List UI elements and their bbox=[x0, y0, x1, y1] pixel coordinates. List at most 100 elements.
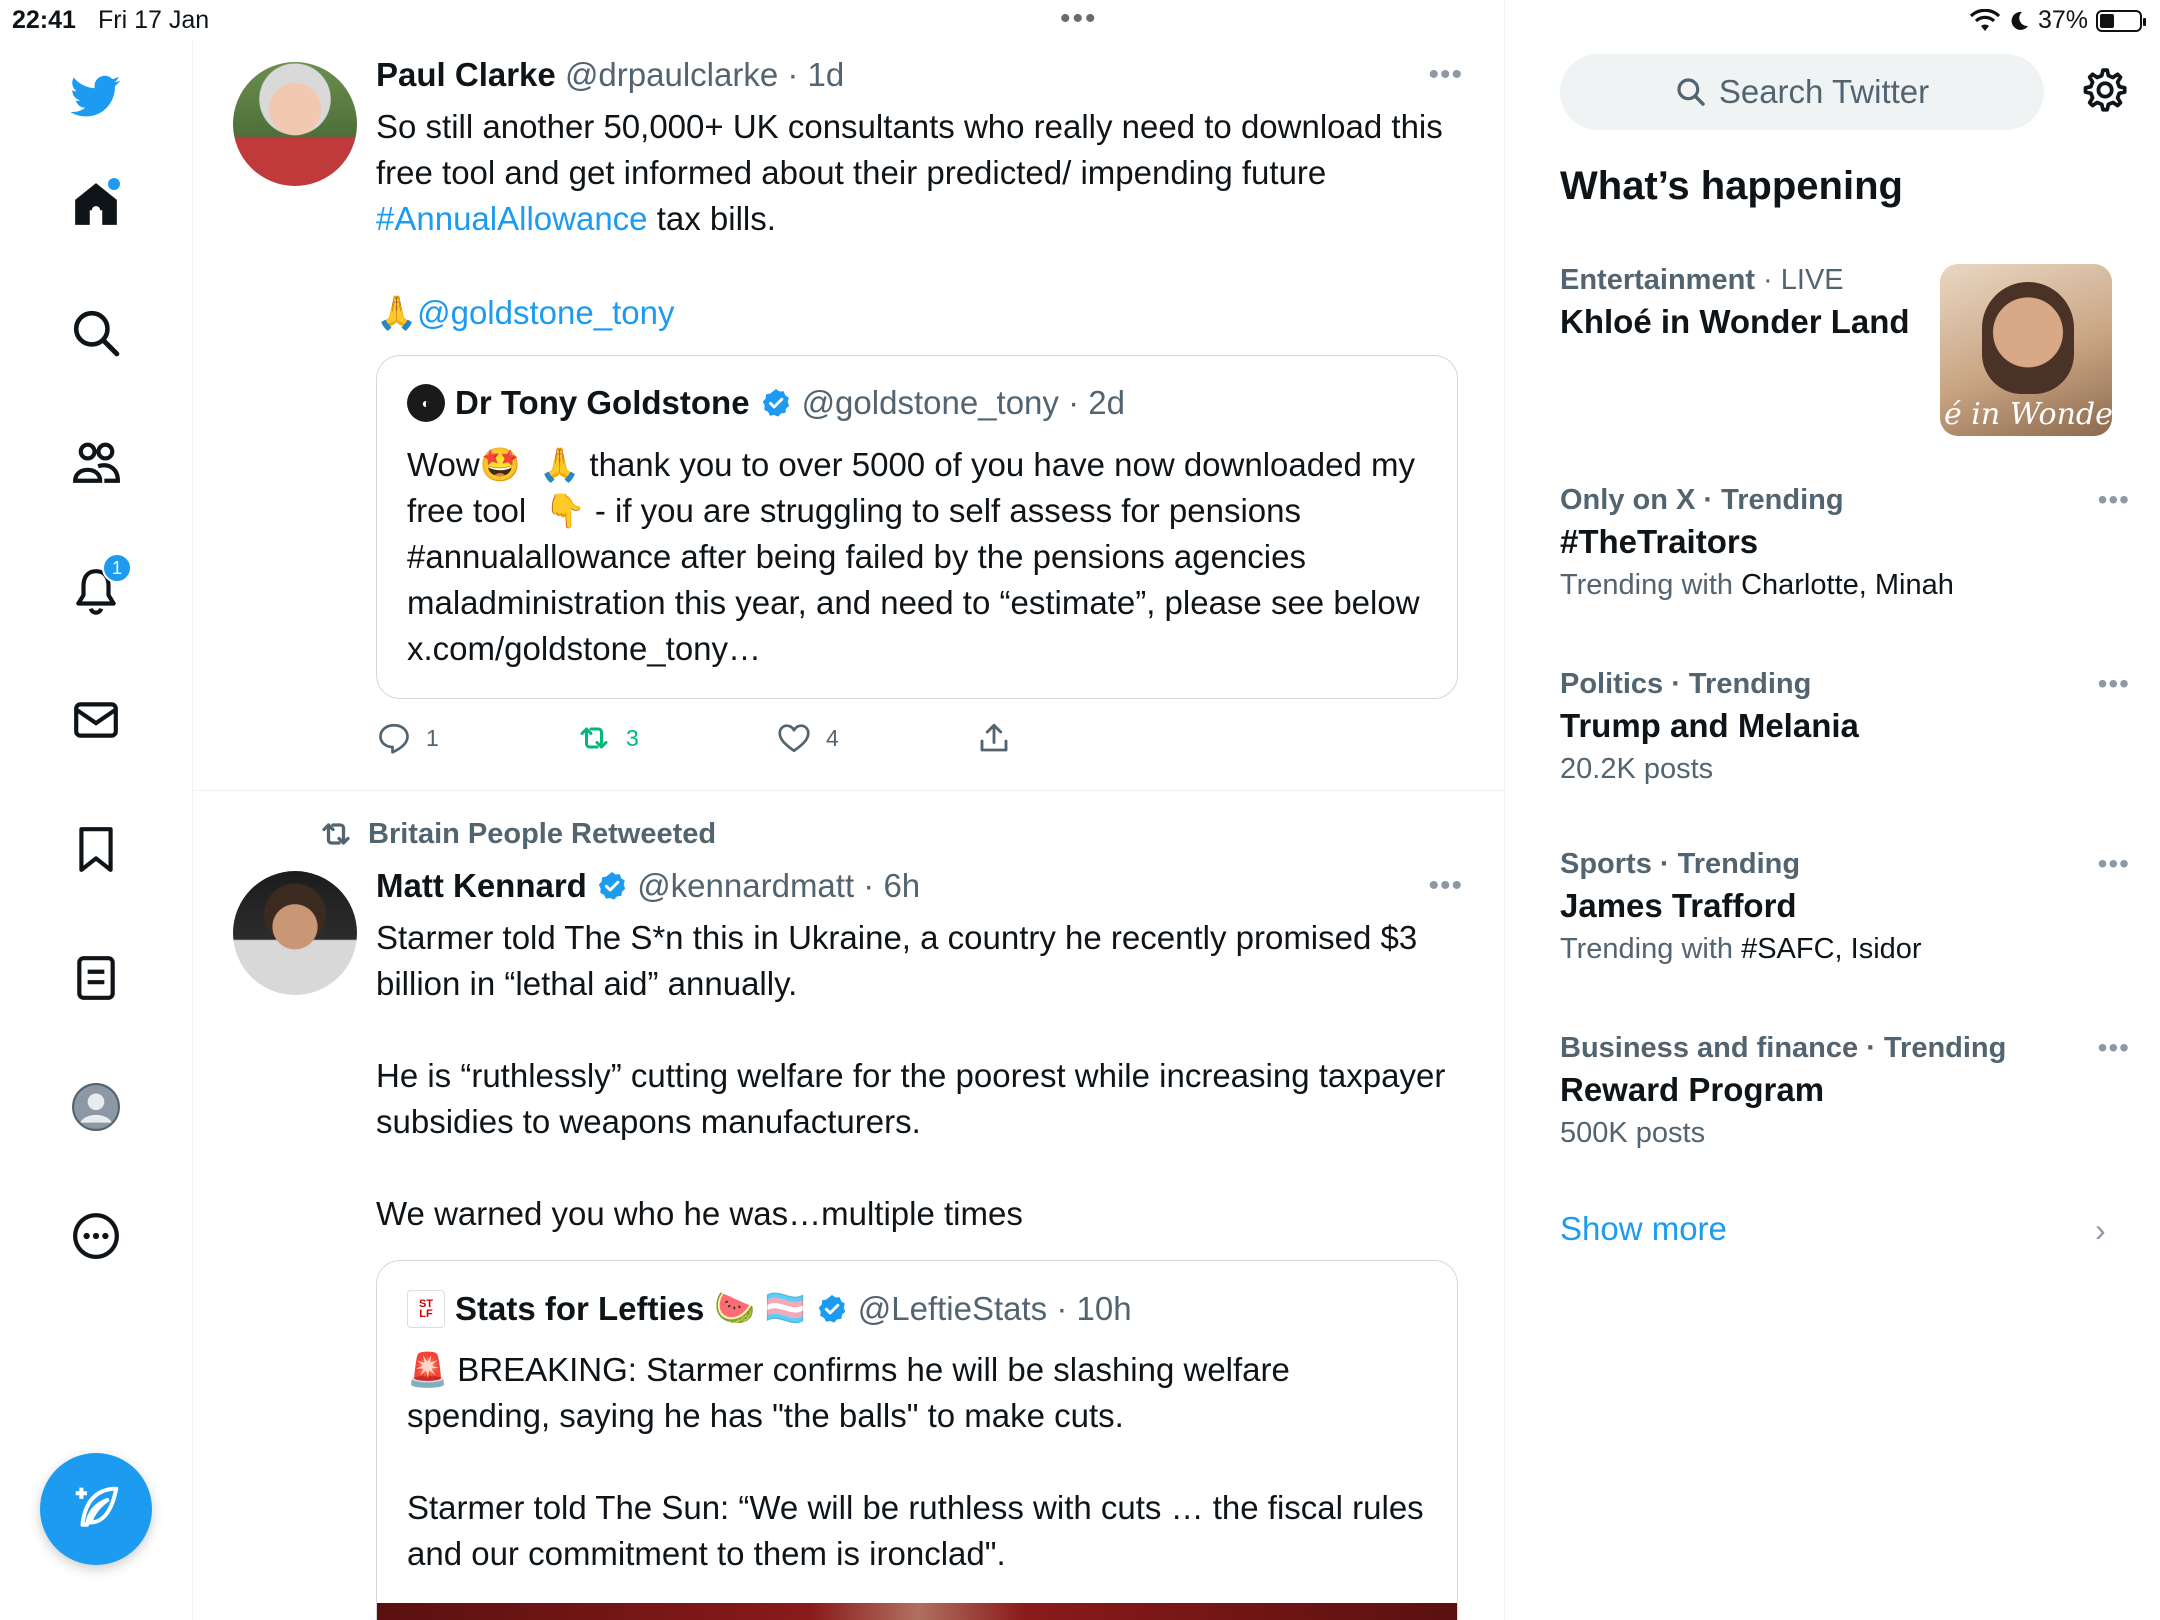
trend-meta: Sports · Trending bbox=[1560, 848, 2130, 881]
share-icon bbox=[980, 723, 1008, 752]
compose-feather-icon bbox=[75, 1486, 119, 1527]
trend-item[interactable]: Only on X · Trending #TheTraitors Trendi… bbox=[1560, 484, 2130, 602]
trend-meta: Entertainment · LIVE bbox=[1560, 264, 1940, 297]
quoted-author-handle-time[interactable]: @LeftieStats · 10h bbox=[858, 1290, 1132, 1328]
tweet-header: Paul Clarke @drpaulclarke · 1d bbox=[376, 56, 844, 94]
trend-category: Entertainment bbox=[1560, 264, 1755, 296]
quoted-author-name[interactable]: Dr Tony Goldstone bbox=[455, 384, 750, 422]
timeline-feed: Paul Clarke @drpaulclarke · 1d ••• So st… bbox=[193, 0, 1505, 1620]
retweeted-by-text: Britain People Retweeted bbox=[368, 817, 717, 850]
bookmarks-icon[interactable] bbox=[62, 815, 130, 883]
search-icon bbox=[1677, 78, 1705, 106]
tweet-header: Matt Kennard @kennardmatt · 6h bbox=[376, 867, 920, 905]
quoted-author-handle-time[interactable]: @goldstone_tony · 2d bbox=[802, 384, 1125, 422]
verified-badge-icon bbox=[762, 389, 789, 417]
trend-name: Reward Program bbox=[1560, 1071, 1825, 1108]
settings-gear-icon[interactable] bbox=[2078, 66, 2128, 116]
reply-count: 1 bbox=[426, 724, 439, 751]
trend-more-icon[interactable]: ••• bbox=[2098, 668, 2130, 700]
quoted-tweet-text: Wow🤩 🙏 thank you to over 5000 of you hav… bbox=[407, 446, 1429, 667]
trend-category: Politics · Trending bbox=[1560, 668, 1812, 700]
quoted-tweet-image[interactable] bbox=[377, 1603, 1457, 1620]
compose-tweet-button[interactable] bbox=[40, 1453, 152, 1565]
retweet-icon bbox=[580, 727, 608, 749]
tweet-more-icon[interactable]: ••• bbox=[1428, 58, 1463, 92]
retweet-small-icon bbox=[322, 823, 350, 845]
profile-avatar-icon[interactable] bbox=[62, 1073, 130, 1141]
quoted-author-emoji: 🍉 🏳️‍⚧️ bbox=[714, 1289, 806, 1326]
trend-sub: 500K posts bbox=[1560, 1117, 1706, 1149]
thumbnail-caption: é in Wonder l bbox=[1944, 397, 2112, 432]
retweet-count: 3 bbox=[626, 724, 639, 751]
trend-sub: Trending with Charlotte, Minah bbox=[1560, 569, 2130, 602]
tweet-text-part: tax bills. bbox=[647, 200, 776, 237]
trend-more-icon[interactable]: ••• bbox=[2098, 1032, 2130, 1064]
messages-icon[interactable] bbox=[62, 686, 130, 754]
twitter-logo-icon[interactable] bbox=[62, 62, 130, 130]
trend-meta: Only on X · Trending bbox=[1560, 484, 2130, 517]
tweet-actions: 1 3 4 bbox=[376, 720, 1176, 756]
quoted-avatar[interactable]: ◐ bbox=[407, 384, 445, 422]
home-icon[interactable] bbox=[62, 170, 130, 238]
trend-name: James Trafford bbox=[1560, 887, 1797, 924]
author-handle-time[interactable]: @drpaulclarke · 1d bbox=[565, 56, 844, 93]
trend-sub-value: Charlotte, Minah bbox=[1741, 569, 1954, 601]
trend-name: Trump and Melania bbox=[1560, 707, 1859, 744]
share-button[interactable] bbox=[976, 720, 1176, 756]
quoted-tweet-header: ◐ Dr Tony Goldstone @goldstone_tony · 2d bbox=[407, 384, 1125, 422]
avatar[interactable] bbox=[233, 871, 357, 995]
avatar[interactable] bbox=[233, 62, 357, 186]
trend-category: Only on X · Trending bbox=[1560, 484, 1844, 516]
quoted-tweet[interactable]: ◐ Dr Tony Goldstone @goldstone_tony · 2d… bbox=[376, 355, 1458, 699]
trend-more-icon[interactable]: ••• bbox=[2098, 848, 2130, 880]
more-options-icon[interactable] bbox=[62, 1202, 130, 1270]
notifications-bell-icon[interactable]: 1 bbox=[62, 553, 132, 625]
verified-badge-icon bbox=[598, 872, 626, 900]
author-name[interactable]: Paul Clarke bbox=[376, 56, 556, 93]
chevron-right-icon[interactable]: › bbox=[2095, 1212, 2106, 1249]
heart-icon bbox=[778, 724, 810, 753]
right-sidebar: Search Twitter What’s happening Entertai… bbox=[1505, 0, 2160, 1620]
tweet-text: Starmer told The S*n this in Ukraine, a … bbox=[376, 919, 1446, 1232]
explore-search-icon[interactable] bbox=[62, 299, 130, 367]
like-button[interactable]: 4 bbox=[776, 720, 976, 756]
tweet-more-icon[interactable]: ••• bbox=[1428, 869, 1463, 903]
lists-icon[interactable] bbox=[62, 944, 130, 1012]
status-time: 22:41 bbox=[12, 6, 76, 34]
mention-link[interactable]: @goldstone_tony bbox=[417, 294, 674, 331]
trend-item[interactable]: Politics · Trending Trump and Melania 20… bbox=[1560, 668, 2130, 786]
trend-thumbnail-image[interactable]: é in Wonder l bbox=[1940, 264, 2112, 436]
trend-item[interactable]: Business and finance · Trending Reward P… bbox=[1560, 1032, 2130, 1150]
quoted-author-name[interactable]: Stats for Lefties bbox=[455, 1290, 704, 1328]
notifications-badge: 1 bbox=[102, 553, 132, 583]
verified-badge-icon bbox=[818, 1294, 845, 1323]
tweet-card[interactable]: Paul Clarke @drpaulclarke · 1d ••• So st… bbox=[193, 0, 1504, 790]
retweet-button[interactable]: 3 bbox=[576, 720, 776, 756]
trend-sub-value: #SAFC, Isidor bbox=[1741, 933, 1922, 965]
stats-for-lefties-logo[interactable]: ST LF bbox=[407, 1289, 445, 1328]
whats-happening-title: What’s happening bbox=[1560, 164, 1903, 208]
trend-context: · LIVE bbox=[1754, 264, 1844, 296]
trend-category: Business and finance · Trending bbox=[1560, 1032, 2007, 1064]
left-navigation: 1 bbox=[0, 40, 193, 1620]
trend-sub: 20.2K posts bbox=[1560, 753, 1714, 785]
trend-name: Khloé in Wonder Land bbox=[1560, 303, 1910, 340]
quoted-tweet[interactable]: ST LF Stats for Lefties 🍉 🏳️‍⚧️ @LeftieSt… bbox=[376, 1260, 1458, 1620]
communities-icon[interactable] bbox=[62, 428, 130, 496]
tweet-text-part: So still another 50,000+ UK consultants … bbox=[376, 108, 1452, 191]
author-handle-time[interactable]: @kennardmatt · 6h bbox=[637, 867, 920, 904]
search-input[interactable]: Search Twitter bbox=[1560, 54, 2044, 130]
trend-item[interactable]: Sports · Trending James Trafford Trendin… bbox=[1560, 848, 2130, 966]
trend-sub: Trending with #SAFC, Isidor bbox=[1560, 933, 2130, 966]
search-placeholder: Search Twitter bbox=[1718, 73, 1930, 110]
like-count: 4 bbox=[826, 724, 839, 751]
author-name[interactable]: Matt Kennard bbox=[376, 867, 587, 904]
reply-button[interactable]: 1 bbox=[376, 720, 576, 756]
trend-item[interactable]: Entertainment · LIVE Khloé in Wonder Lan… bbox=[1560, 264, 1940, 341]
show-more-link[interactable]: Show more bbox=[1560, 1210, 1727, 1248]
tweet-card[interactable]: Britain People Retweeted Matt Kennard @k… bbox=[193, 791, 1504, 1620]
trend-more-icon[interactable]: ••• bbox=[2098, 484, 2130, 516]
hashtag-link[interactable]: #AnnualAllowance bbox=[376, 200, 648, 237]
retweeted-by-label[interactable]: Britain People Retweeted bbox=[318, 816, 716, 852]
trend-name: #TheTraitors bbox=[1560, 523, 1759, 560]
